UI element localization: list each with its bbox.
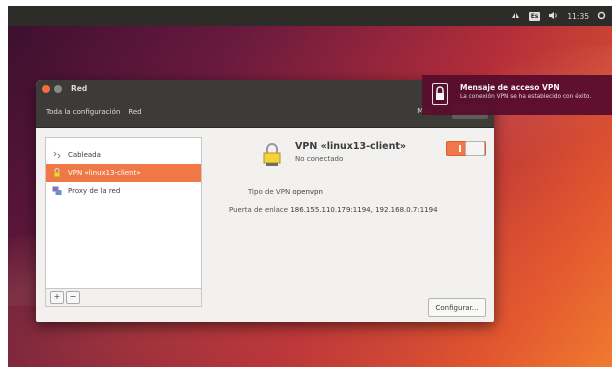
gateway-row: Puerta de enlace 186.155.110.179:1194, 1… xyxy=(229,206,438,214)
gateway-label: Puerta de enlace xyxy=(229,206,289,214)
notification-body: La conexión VPN se ha establecido con éx… xyxy=(460,94,592,100)
vpn-connect-toggle[interactable] xyxy=(446,141,486,156)
configure-button[interactable]: Configurar... xyxy=(428,298,486,317)
window-content: Cableada VPN «linux13-client» Proxy de l… xyxy=(36,128,494,322)
toggle-knob xyxy=(465,141,485,156)
vpn-lock-icon xyxy=(263,143,281,167)
sidebar-item-cableada[interactable]: Cableada xyxy=(46,146,201,164)
network-settings-window: Red Toda la configuración Red Mod Cablea… xyxy=(36,80,494,322)
notification-title: Mensaje de acceso VPN xyxy=(460,83,560,92)
vpn-notification: Mensaje de acceso VPN La conexión VPN se… xyxy=(422,75,612,115)
clock[interactable]: 11:35 xyxy=(567,12,589,21)
vpn-type-row: Tipo de VPN openvpn xyxy=(248,188,323,196)
sidebar-item-label: Cableada xyxy=(68,151,101,159)
window-title: Red xyxy=(71,84,88,93)
close-window-button[interactable] xyxy=(42,84,50,93)
remove-connection-button[interactable]: − xyxy=(66,291,80,304)
add-connection-button[interactable]: + xyxy=(50,291,64,304)
vpn-connection-status: No conectado xyxy=(295,155,344,163)
proxy-icon xyxy=(52,186,62,196)
sidebar-item-vpn[interactable]: VPN «linux13-client» xyxy=(46,164,201,182)
breadcrumb-all-settings[interactable]: Toda la configuración xyxy=(46,108,120,116)
vpn-detail-panel: VPN «linux13-client» No conectado Tipo d… xyxy=(226,138,486,318)
vpn-lock-icon xyxy=(52,168,62,178)
gateway-value: 186.155.110.179:1194, 192.168.0.7:1194 xyxy=(290,206,438,214)
vpn-connection-name: VPN «linux13-client» xyxy=(295,141,407,152)
connection-list-toolbar: + − xyxy=(45,289,202,307)
system-tray: Es 11:35 xyxy=(511,6,606,26)
vpn-type-value: openvpn xyxy=(292,188,323,196)
sidebar-item-label: VPN «linux13-client» xyxy=(68,169,141,177)
breadcrumb-current: Red xyxy=(128,108,142,116)
sidebar-item-label: Proxy de la red xyxy=(68,187,121,195)
volume-icon[interactable] xyxy=(548,11,559,22)
gear-icon[interactable] xyxy=(597,11,606,22)
ethernet-icon xyxy=(52,150,62,160)
network-icon[interactable] xyxy=(511,11,521,22)
top-panel: Es 11:35 xyxy=(8,6,612,26)
keyboard-icon[interactable]: Es xyxy=(528,11,541,21)
lock-icon xyxy=(432,83,448,105)
toggle-on-mark xyxy=(459,145,461,152)
sidebar-item-proxy[interactable]: Proxy de la red xyxy=(46,182,201,200)
connection-list: Cableada VPN «linux13-client» Proxy de l… xyxy=(45,137,202,289)
minimize-window-button[interactable] xyxy=(54,84,62,93)
vpn-type-label: Tipo de VPN xyxy=(248,188,291,196)
